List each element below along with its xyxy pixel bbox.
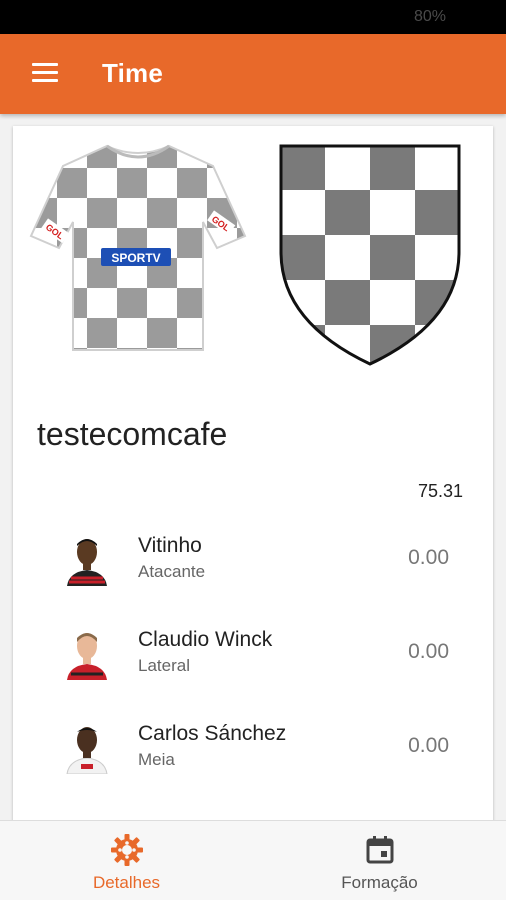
player-position: Atacante [138,562,206,581]
player-name: Vitinho [138,534,202,557]
tab-formacao[interactable]: Formação [253,821,506,900]
app-bar: Time [0,34,506,114]
gear-icon [110,834,143,866]
battery-level: 80% [413,8,446,25]
player-position: Lateral [138,656,190,675]
tab-label: Detalhes [92,873,161,892]
calendar-icon [366,836,393,864]
team-total-points: 75.31 [417,481,463,501]
player-avatar [66,727,108,774]
team-card: SPORTV GOL GOL testecomcafe 75.31 Vitinh… [13,126,493,826]
team-shield [279,144,461,366]
player-points: 0.00 [408,640,449,663]
player-points: 0.00 [408,546,449,569]
player-avatar [67,633,107,680]
tab-detalhes[interactable]: Detalhes [0,821,253,900]
player-name: Carlos Sánchez [138,722,287,745]
player-avatar [67,539,107,586]
player-row[interactable]: Carlos Sánchez Meia 0.00 [13,714,493,806]
tab-label: Formação [341,873,418,892]
player-row[interactable]: Vitinho Atacante 0.00 [13,526,493,618]
jersey-sponsor: SPORTV [111,251,160,265]
page-title: Time [102,58,164,88]
team-jersey: SPORTV GOL GOL [29,144,247,351]
player-row[interactable]: Claudio Winck Lateral 0.00 [13,620,493,712]
player-name: Claudio Winck [138,628,273,651]
team-name: testecomcafe [37,416,228,452]
player-position: Meia [138,750,175,769]
menu-icon[interactable] [32,63,58,85]
status-bar: 80% [0,0,506,34]
bottom-navigation: Detalhes Formação [0,820,506,900]
player-points: 0.00 [408,734,449,757]
